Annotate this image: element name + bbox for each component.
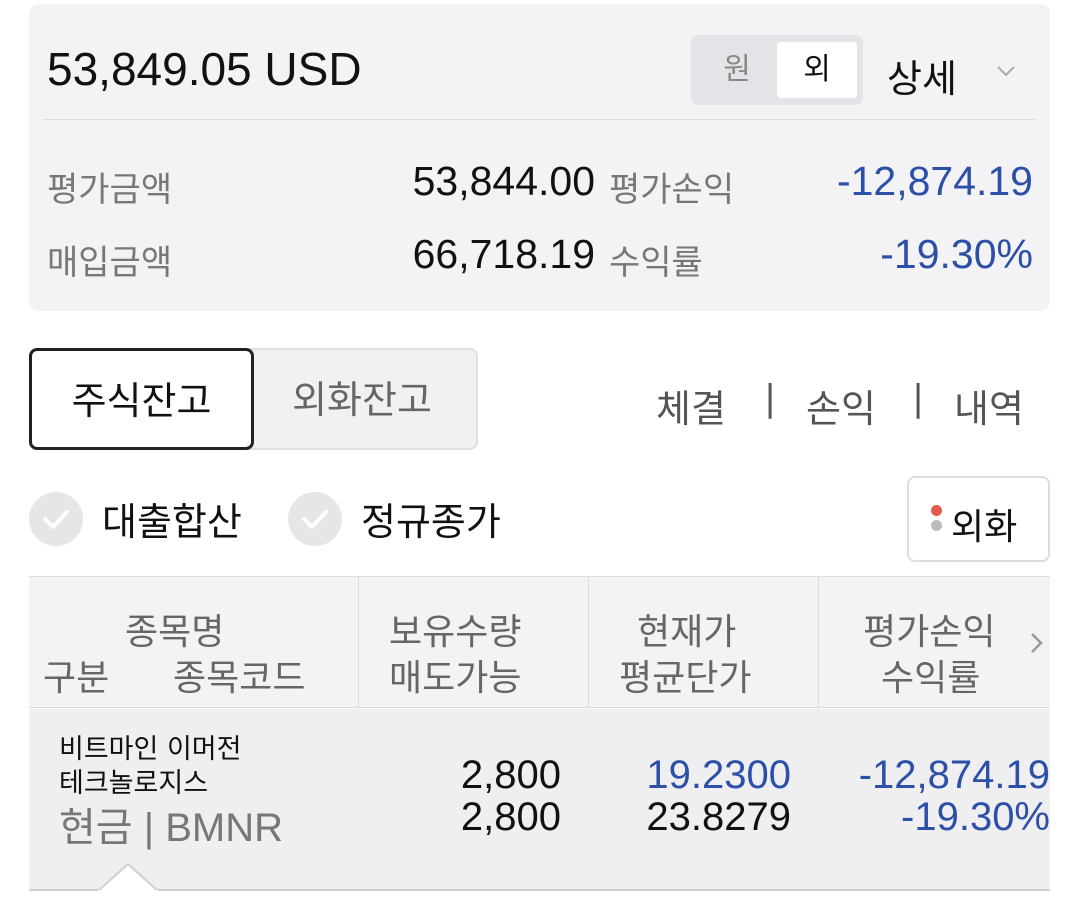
purchase-amount-value: 66,718.19 [412,231,595,277]
row-bottom-border [29,889,1050,891]
currency-toggle[interactable]: 원 외 [691,35,863,105]
header-rate: 수익률 [881,658,981,699]
expand-pointer-icon [98,862,158,892]
status-dot-icon [931,520,942,531]
header-col-pnl: 평가손익 수익률 [819,577,1050,709]
check-icon [43,510,69,529]
holdings-table-header: 종목명 구분 종목코드 보유수량 매도가능 현재가 평균단가 평가손익 수익률 [29,576,1050,709]
summary-divider [43,119,1035,120]
loan-sum-checkbox[interactable] [29,492,83,546]
return-rate-value: -19.30% [880,231,1033,277]
chevron-right-icon[interactable] [1029,631,1045,655]
tab-stock-balance[interactable]: 주식잔고 [29,348,254,450]
eval-amount-value: 53,844.00 [412,158,595,204]
check-icon [302,510,328,529]
purchase-amount-label: 매입금액 [47,243,173,283]
table-row[interactable]: 비트마인 이머전 테크놀로지스 현금 | BMNR 2,800 2,800 19… [29,709,1050,889]
link-separator: | [764,378,777,419]
fx-button[interactable]: 외화 [907,476,1050,562]
sellable-qty: 2,800 [460,795,561,839]
header-code: 종목코드 [173,658,306,699]
header-price: 현재가 [637,612,737,653]
eval-amount-label: 평가금액 [47,170,173,210]
total-evaluation: 53,849.05 USD [47,43,362,95]
status-dot-icon [931,505,942,516]
link-separator: | [912,378,925,419]
detail-button[interactable]: 상세 [887,48,957,103]
header-sellable: 매도가능 [389,658,522,699]
header-name: 종목명 [125,612,225,653]
header-col-name: 종목명 구분 종목코드 [29,577,359,709]
header-avg: 평균단가 [619,658,752,699]
header-pnl: 평가손익 [863,612,996,653]
average-price: 23.8279 [646,795,791,839]
row-eval-pnl: -12,874.19 [858,753,1050,797]
header-col-price: 현재가 평균단가 [589,577,819,709]
holding-qty: 2,800 [460,753,561,797]
link-pnl[interactable]: 손익 [806,378,876,433]
header-col-qty: 보유수량 매도가능 [359,577,589,709]
row-return-rate: -19.30% [901,795,1050,839]
regular-close-label[interactable]: 정규종가 [361,491,501,546]
account-summary-card: 53,849.05 USD 원 외 상세 평가금액 53,844.00 평가손익… [29,4,1050,311]
stock-type-code: 현금 | BMNR [59,806,283,850]
link-history[interactable]: 내역 [954,378,1024,433]
header-qty: 보유수량 [389,612,522,653]
current-price: 19.2300 [646,753,791,797]
link-execution[interactable]: 체결 [656,378,726,433]
eval-pnl-label: 평가손익 [609,170,735,210]
regular-close-checkbox[interactable] [288,492,342,546]
toggle-won[interactable]: 원 [697,42,777,98]
tab-fx-balance[interactable]: 외화잔고 [248,348,478,450]
chevron-down-icon[interactable] [995,60,1017,82]
toggle-foreign[interactable]: 외 [777,42,857,98]
header-type: 구분 [43,658,110,699]
eval-pnl-value: -12,874.19 [836,158,1033,204]
return-rate-label: 수익률 [609,243,703,283]
fx-button-label: 외화 [951,507,1018,548]
loan-sum-label[interactable]: 대출합산 [102,491,242,546]
